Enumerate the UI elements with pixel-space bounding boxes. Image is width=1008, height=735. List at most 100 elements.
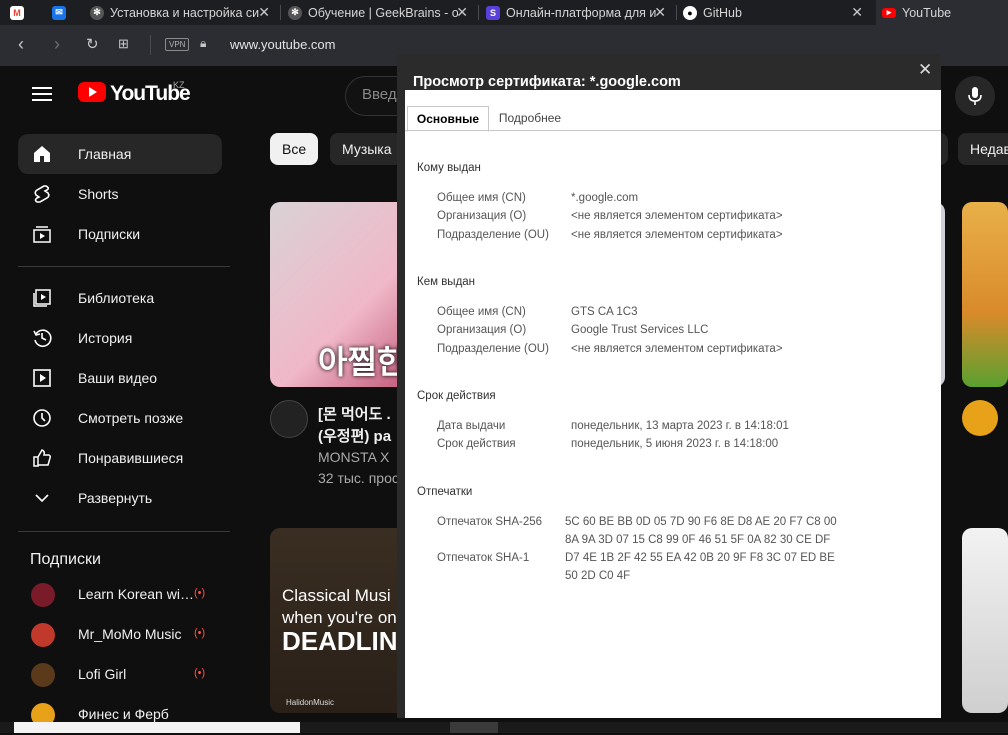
microphone-icon [968,87,982,105]
openai-icon: ✻ [288,5,302,20]
speed-dial-icon[interactable]: ⊞ [118,36,129,52]
tab-details[interactable]: Подробнее [489,106,571,130]
menu-icon-line [32,99,52,101]
reload-icon[interactable]: ↻ [86,35,99,53]
subscription-item[interactable]: Lofi Girl (•) [18,655,218,695]
video-thumbnail[interactable] [962,202,1008,387]
browser-tab-bar: M ✉ ✻ Установка и настройка си ✕ ✻ Обуче… [0,0,1008,25]
library-icon [33,289,51,307]
certificate-dialog: Просмотр сертификата: *.google.com ✕ Осн… [397,54,941,718]
github-icon: ● [683,5,697,20]
avatar[interactable] [962,400,998,436]
vpn-badge[interactable]: VPN [165,38,190,51]
video-thumbnail[interactable]: 아찔한 [270,202,410,387]
lock-icon[interactable]: 🔒︎ [200,36,206,51]
thumbnail-credit: HalidonMusic [286,698,335,707]
status-panel [450,722,498,733]
thumbnail-text: DEADLIN [282,626,398,656]
close-icon[interactable]: ✕ [851,4,863,21]
video-thumbnail[interactable]: Classical Musi when you're on DEADLIN Ha… [270,528,410,713]
youtube-logo-icon[interactable] [78,82,106,102]
openai-icon: ✻ [90,5,104,20]
section-heading-validity: Срок действия [417,390,496,402]
sidebar-item-history[interactable]: История [18,318,222,358]
sidebar-divider [18,531,230,532]
live-icon: (•) [194,587,206,599]
close-icon[interactable]: ✕ [258,4,270,21]
sha256-fingerprint-line2: 8A 9A 3D 07 15 C8 99 0F 46 51 5F 0A 82 3… [565,534,831,546]
status-panel [14,722,300,733]
voice-search-button[interactable] [955,76,995,116]
tab-platform[interactable]: S Онлайн-платформа для из ✕ [486,0,674,25]
sidebar-item-label: Смотреть позже [78,410,184,426]
divider [150,35,151,55]
sidebar-item-label: Библиотека [78,290,155,306]
sidebar-item-shorts[interactable]: Shorts [18,174,222,214]
sidebar-item-liked[interactable]: Понравившиеся [18,438,222,478]
tab-geekbrains[interactable]: ✻ Обучение | GeekBrains - о ✕ [288,0,476,25]
forward-icon[interactable]: › [54,34,60,55]
field-label: Общее имя (CN) [437,192,526,204]
field-label: Отпечаток SHA-1 [437,552,530,564]
tab-youtube[interactable]: ▸ YouTube [876,0,1008,25]
chip-music[interactable]: Музыка [330,133,402,165]
subscription-item[interactable]: Mr_MoMo Music (•) [18,615,218,655]
sidebar-item-subscriptions[interactable]: Подписки [18,214,222,254]
avatar[interactable] [270,400,308,438]
chip-all[interactable]: Все [270,133,318,165]
menu-icon[interactable] [32,87,52,89]
tab-gmail[interactable]: M [10,0,34,25]
close-icon[interactable]: ✕ [654,4,666,21]
chip-recent[interactable]: Недав [958,133,1008,165]
sidebar-item-label: Развернуть [78,490,153,506]
subscriptions-heading: Подписки [30,551,101,568]
sidebar-item-home[interactable]: Главная [18,134,222,174]
field-label: Дата выдачи [437,420,506,432]
sidebar-item-watch-later[interactable]: Смотреть позже [18,398,222,438]
dialog-title: Просмотр сертификата: *.google.com [413,74,681,90]
tab-divider [280,5,281,20]
back-icon[interactable]: ‹ [18,34,24,55]
field-label: Организация (O) [437,324,527,336]
like-icon [33,449,52,467]
close-icon[interactable]: ✕ [456,4,468,21]
sidebar-item-expand[interactable]: Развернуть [18,478,222,518]
menu-icon-line [32,93,52,95]
subscription-label: Learn Korean wit... [78,586,194,602]
chevron-down-icon [35,494,49,503]
field-value: <не является элементом сертификата> [571,210,783,222]
view-count: 32 тыс. прос [318,470,399,486]
gmail-icon: M [10,5,24,20]
field-label: Подразделение (OU) [437,229,549,241]
dialog-body: Основные Подробнее Кому выдан Общее имя … [405,90,941,718]
video-thumbnail[interactable] [962,528,1008,713]
close-icon[interactable]: ✕ [918,60,932,80]
sidebar-item-label: История [78,330,133,346]
avatar [31,663,55,687]
section-heading-issued-to: Кому выдан [417,162,481,174]
tab-divider [405,130,941,131]
sha1-fingerprint-line2: 50 2D C0 4F [565,570,631,582]
live-icon: (•) [194,667,206,679]
video-title-line2[interactable]: (우정편) pa [318,425,391,446]
url-field[interactable]: www.youtube.com [230,37,336,52]
tab-github[interactable]: ● GitHub ✕ [683,0,871,25]
search-placeholder: Введ [362,86,397,103]
tab-mail[interactable]: ✉ [52,0,76,25]
field-value: *.google.com [571,192,639,204]
history-icon [33,329,52,347]
tab-title: Онлайн-платформа для из [506,5,656,20]
field-value: <не является элементом сертификата> [571,229,783,241]
tab-title: Установка и настройка си [110,5,260,20]
channel-name[interactable]: MONSTA X [318,449,389,465]
tab-setup[interactable]: ✻ Установка и настройка си ✕ [90,0,278,25]
tab-divider [478,5,479,20]
sidebar-item-your-videos[interactable]: Ваши видео [18,358,222,398]
tab-divider [676,5,677,20]
field-label: Общее имя (CN) [437,306,526,318]
video-title[interactable]: [몬 먹어도 . [318,403,391,424]
subscription-label: Mr_MoMo Music [78,626,182,642]
tab-general[interactable]: Основные [407,106,489,132]
sidebar-item-library[interactable]: Библиотека [18,278,222,318]
subscription-item[interactable]: Learn Korean wit... (•) [18,575,218,615]
